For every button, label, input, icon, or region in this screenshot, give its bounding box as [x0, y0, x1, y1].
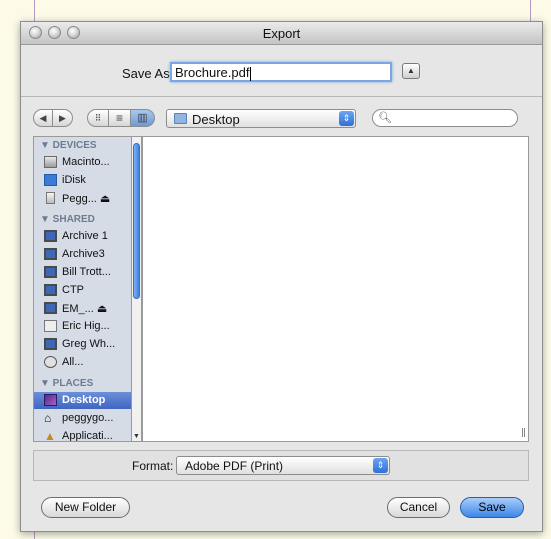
monitor-icon — [44, 302, 57, 314]
expand-dialog-button[interactable]: ▲ — [402, 63, 420, 79]
header-divider — [21, 96, 542, 97]
sidebar-item-desktop[interactable]: Desktop — [34, 392, 131, 409]
desktop-icon — [44, 394, 57, 406]
save-as-label: Save As: — [122, 66, 174, 81]
title-bar: Export — [21, 22, 542, 45]
sidebar-item-label: Applicati... — [62, 430, 113, 442]
format-popup[interactable]: Adobe PDF (Print) ⇕ — [176, 456, 390, 475]
monitor-icon — [44, 266, 57, 278]
triangle-up-icon: ▲ — [407, 66, 415, 75]
sidebar-item-eric-hig[interactable]: Eric Hig... — [34, 318, 131, 335]
external-drive-icon — [46, 192, 55, 204]
save-button[interactable]: Save — [460, 497, 524, 518]
sidebar-header-places: ▼ PLACES — [40, 378, 94, 389]
new-folder-label: New Folder — [54, 500, 117, 514]
applications-icon: ▲ — [44, 429, 56, 442]
filename-text: Brochure.pdf — [175, 65, 250, 80]
sidebar-header-shared: ▼ SHARED — [40, 214, 95, 225]
new-folder-button[interactable]: New Folder — [41, 497, 130, 518]
sidebar-item-label: Bill Trott... — [62, 266, 111, 278]
network-icon — [44, 356, 57, 368]
format-panel: Format: Adobe PDF (Print) ⇕ — [33, 450, 529, 481]
monitor-icon — [44, 338, 57, 350]
sidebar-item-greg-wh[interactable]: Greg Wh... — [34, 336, 131, 353]
list-view-button[interactable]: ≡ — [109, 109, 131, 127]
idisk-icon — [44, 174, 57, 186]
sidebar-item-label: Eric Hig... — [62, 320, 110, 332]
window-title: Export — [262, 26, 301, 41]
back-button[interactable]: ◀ — [33, 109, 53, 127]
column-resize-handle[interactable] — [522, 428, 525, 437]
cancel-label: Cancel — [399, 500, 438, 514]
sidebar-header-devices: ▼ DEVICES — [40, 140, 97, 151]
pc-icon — [44, 320, 57, 332]
format-label: Format: — [132, 459, 174, 473]
sidebar-item-macintosh-hd[interactable]: Macinto... — [34, 154, 131, 171]
sidebar-scrollbar[interactable]: ▼ — [131, 136, 142, 442]
guide-line-right — [530, 0, 531, 21]
list-view-icon: ≡ — [115, 111, 123, 125]
home-icon: ⌂ — [44, 411, 52, 425]
format-value: Adobe PDF (Print) — [185, 459, 284, 473]
monitor-icon — [44, 230, 57, 242]
sidebar-item-label: Greg Wh... — [62, 338, 116, 350]
back-arrow-icon: ◀ — [39, 113, 47, 123]
sidebar-item-idisk[interactable]: iDisk — [34, 172, 131, 189]
sidebar-item-label: Archive3 — [62, 248, 105, 260]
sidebar-item-label: Macinto... — [62, 156, 110, 168]
monitor-icon — [44, 284, 57, 296]
sidebar-item-peggy-drive[interactable]: Pegg... ⏏ — [34, 190, 131, 207]
export-dialog: Export Save As: Brochure.pdf ▲ ◀ ▶ ⠿ ≡ ▥… — [20, 21, 543, 532]
column-view-icon: ▥ — [137, 112, 148, 124]
location-popup[interactable]: Desktop ⇕ — [166, 109, 356, 128]
sidebar-scroll-thumb[interactable] — [133, 143, 140, 299]
folder-icon — [174, 113, 187, 124]
sidebar-item-home[interactable]: ⌂ peggygo... — [34, 410, 131, 427]
sidebar-item-em[interactable]: EM_... ⏏ — [34, 300, 131, 317]
column-view-button[interactable]: ▥ — [131, 109, 155, 127]
popup-arrows-icon: ⇕ — [373, 458, 388, 473]
sidebar-item-label: Pegg... ⏏ — [62, 193, 111, 205]
sidebar-item-label: CTP — [62, 284, 84, 296]
hard-drive-icon — [44, 156, 57, 168]
save-label: Save — [478, 500, 506, 514]
search-icon: 🔍︎ — [378, 112, 392, 124]
text-caret — [250, 66, 252, 81]
sidebar-item-label: Archive 1 — [62, 230, 108, 242]
filename-field[interactable]: Brochure.pdf — [170, 62, 392, 82]
forward-button[interactable]: ▶ — [53, 109, 73, 127]
icon-view-button[interactable]: ⠿ — [87, 109, 109, 127]
sidebar-item-bill-trott[interactable]: Bill Trott... — [34, 264, 131, 281]
cancel-button[interactable]: Cancel — [387, 497, 450, 518]
scroll-down-arrow-icon[interactable]: ▼ — [132, 433, 141, 440]
sidebar-item-label: iDisk — [62, 174, 86, 186]
icon-view-icon: ⠿ — [94, 113, 102, 123]
sidebar-item-label: All... — [62, 356, 84, 368]
sidebar-item-label: EM_... ⏏ — [62, 303, 108, 315]
sidebar-item-label: peggygo... — [62, 412, 114, 424]
forward-arrow-icon: ▶ — [59, 113, 66, 123]
monitor-icon — [44, 248, 57, 260]
file-browser-pane[interactable] — [142, 136, 529, 442]
sidebar-item-ctp[interactable]: CTP — [34, 282, 131, 299]
sidebar-item-label: Desktop — [62, 394, 106, 406]
sidebar-item-applications[interactable]: ▲ Applicati... — [34, 428, 131, 442]
sidebar-item-archive-1[interactable]: Archive 1 — [34, 228, 131, 245]
location-label: Desktop — [192, 112, 240, 127]
sidebar-item-archive3[interactable]: Archive3 — [34, 246, 131, 263]
sidebar-item-all[interactable]: All... — [34, 354, 131, 371]
sidebar: ▼ DEVICES Macinto... iDisk Pegg... ⏏ ▼ S… — [33, 136, 131, 442]
popup-arrows-icon: ⇕ — [339, 111, 354, 126]
search-field[interactable]: 🔍︎ — [372, 109, 518, 127]
